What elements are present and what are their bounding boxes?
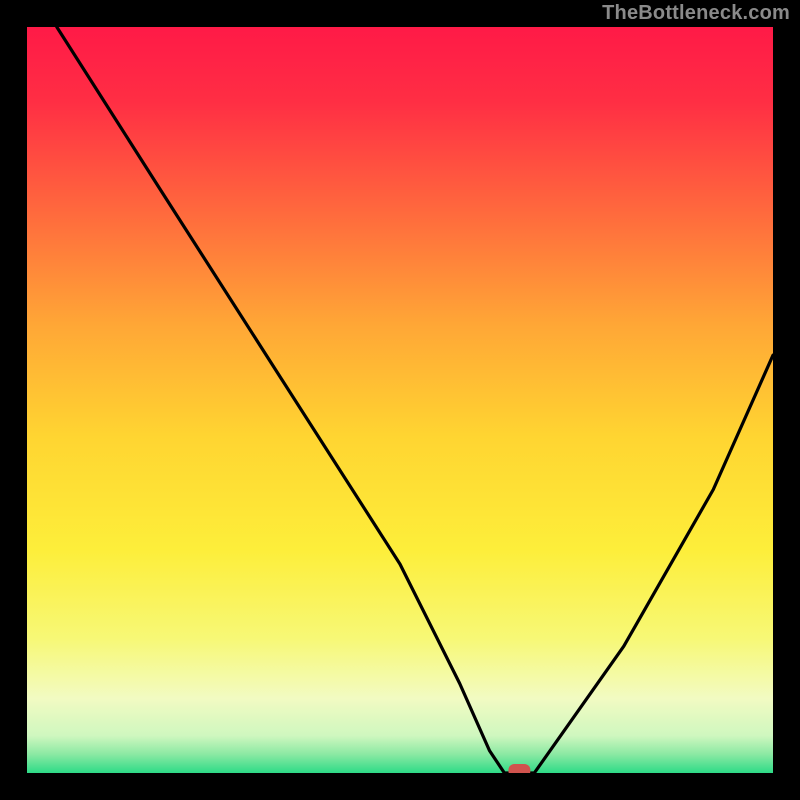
bottleneck-chart — [27, 27, 773, 773]
chart-frame: TheBottleneck.com — [0, 0, 800, 800]
chart-background — [27, 27, 773, 773]
attribution-label: TheBottleneck.com — [602, 2, 790, 25]
optimal-marker — [508, 764, 530, 773]
